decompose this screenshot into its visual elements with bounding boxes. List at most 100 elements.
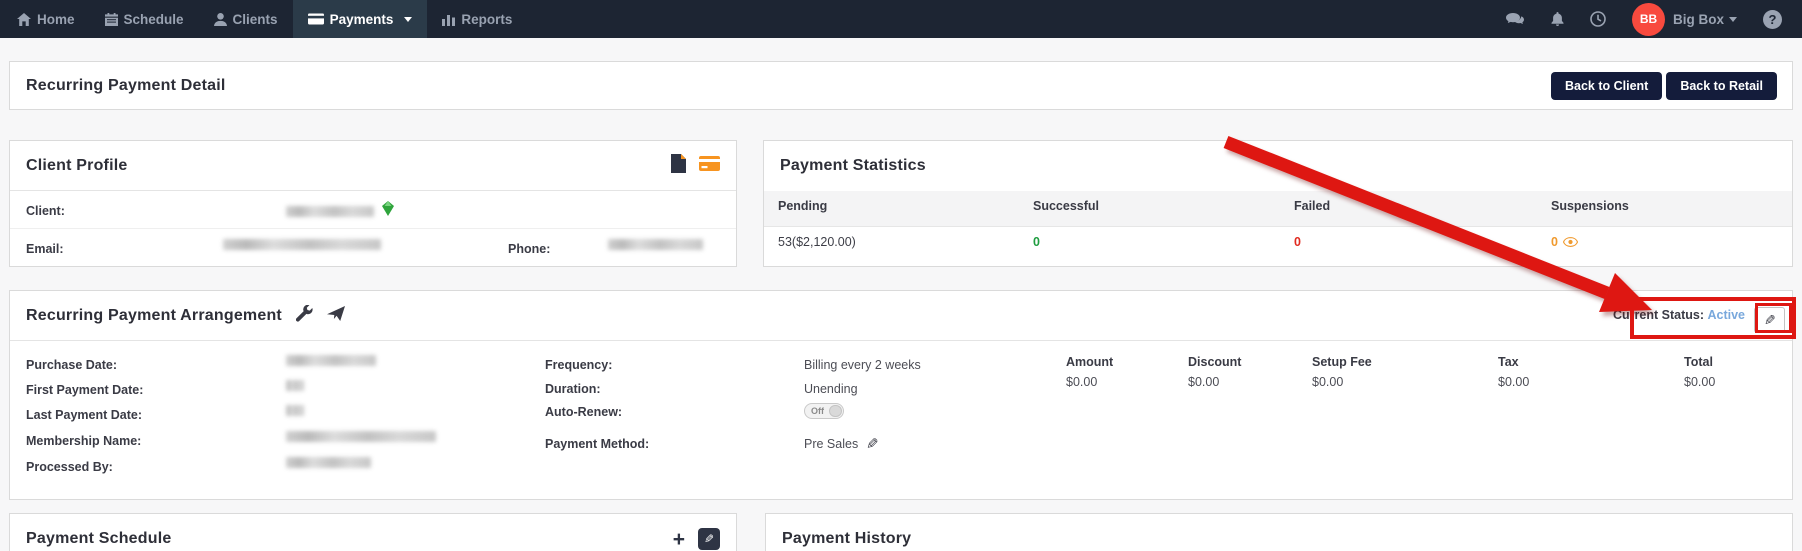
person-icon (214, 13, 227, 26)
edit-schedule-icon[interactable]: ✎ (698, 528, 720, 550)
back-to-client-button[interactable]: Back to Client (1551, 72, 1662, 100)
membership-name-value (286, 431, 436, 442)
setup-fee-column: Setup Fee $0.00 (1312, 355, 1372, 389)
client-notes-icon[interactable] (671, 154, 686, 178)
stats-col-failed: Failed (1294, 199, 1330, 213)
payment-method-value: Pre Sales ✎ (804, 434, 879, 454)
client-status-icon (382, 201, 394, 222)
redacted-last-payment-date (286, 405, 304, 416)
auto-renew-toggle-wrap: Off (804, 403, 844, 419)
first-payment-date-label: First Payment Date: (26, 380, 143, 400)
avatar[interactable]: BB (1632, 3, 1665, 36)
tools-icon[interactable] (296, 305, 313, 327)
tax-column: Tax $0.00 (1498, 355, 1529, 389)
calendar-icon (105, 13, 118, 26)
last-payment-date-value (286, 405, 304, 416)
page-title: Recurring Payment Detail (26, 77, 226, 95)
pencil-icon: ✎ (1764, 313, 1776, 327)
nav-item-home[interactable]: Home (0, 0, 90, 38)
nav-item-label: Reports (461, 12, 512, 27)
send-icon[interactable] (327, 306, 345, 326)
total-column: Total $0.00 (1684, 355, 1715, 389)
toggle-knob (829, 405, 842, 417)
auto-renew-label: Auto-Renew: (545, 402, 622, 422)
frequency-value: Billing every 2 weeks (804, 355, 921, 375)
payment-statistics-panel: Payment Statistics Pending Successful Fa… (763, 140, 1793, 267)
stats-pending-value: 53($2,120.00) (778, 235, 856, 249)
navbar-right: BB Big Box ? (1506, 0, 1802, 38)
membership-name-label: Membership Name: (26, 431, 141, 451)
edit-status-button[interactable]: ✎ (1754, 307, 1785, 333)
arrangement-title: Recurring Payment Arrangement (26, 307, 282, 325)
edit-payment-method-icon[interactable]: ✎ (866, 437, 879, 452)
processed-by-label: Processed By: (26, 457, 113, 477)
chevron-down-icon (404, 17, 412, 22)
redacted-membership-name (286, 431, 436, 442)
client-label: Client: (26, 201, 65, 221)
top-navbar: Home Schedule Clients Payments Report (0, 0, 1802, 38)
stats-suspensions-value: 0 (1551, 235, 1578, 249)
nav-item-label: Payments (330, 12, 394, 27)
back-to-retail-button[interactable]: Back to Retail (1666, 72, 1777, 100)
redacted-phone (608, 239, 703, 250)
payment-statistics-title: Payment Statistics (780, 157, 926, 175)
bell-icon[interactable] (1551, 12, 1564, 26)
redacted-purchase-date (286, 355, 376, 366)
purchase-date-value (286, 355, 376, 366)
payment-history-panel: Payment History (765, 513, 1793, 551)
payment-history-title: Payment History (782, 530, 911, 548)
eye-icon[interactable] (1563, 237, 1578, 247)
nav-item-label: Schedule (124, 12, 184, 27)
nav-item-schedule[interactable]: Schedule (90, 0, 199, 38)
phone-label: Phone: (508, 239, 550, 259)
duration-label: Duration: (545, 379, 601, 399)
user-name: Big Box (1673, 12, 1737, 27)
arrangement-panel: Recurring Payment Arrangement Current St… (9, 290, 1793, 500)
discount-column: Discount $0.00 (1188, 355, 1241, 389)
stats-successful-value: 0 (1033, 235, 1040, 249)
frequency-label: Frequency: (545, 355, 612, 375)
purchase-date-label: Purchase Date: (26, 355, 117, 375)
stats-header-band (764, 191, 1792, 227)
redacted-email (223, 239, 381, 250)
client-profile-title: Client Profile (26, 157, 127, 175)
phone-value (608, 239, 703, 250)
add-payment-icon[interactable]: + (673, 529, 685, 550)
current-status-value: Active (1707, 308, 1745, 322)
nav-item-label: Clients (233, 12, 278, 27)
chat-icon[interactable] (1506, 13, 1525, 26)
redacted-client-name (286, 206, 374, 217)
client-billing-icon[interactable] (699, 156, 720, 176)
payment-schedule-panel: Payment Schedule + ✎ (9, 513, 737, 551)
redacted-first-payment-date (286, 380, 304, 391)
client-value (286, 201, 394, 222)
credit-card-icon (308, 13, 324, 25)
nav-item-payments[interactable]: Payments (293, 0, 428, 38)
client-profile-panel: Client Profile Client: Email: Phone: (9, 140, 737, 267)
redacted-processed-by (286, 457, 371, 468)
nav-item-reports[interactable]: Reports (427, 0, 527, 38)
auto-renew-toggle[interactable]: Off (804, 403, 844, 419)
duration-value: Unending (804, 379, 858, 399)
last-payment-date-label: Last Payment Date: (26, 405, 142, 425)
first-payment-date-value (286, 380, 304, 391)
chevron-down-icon (1729, 17, 1737, 22)
home-icon (17, 13, 31, 26)
payment-schedule-title: Payment Schedule (26, 530, 171, 548)
recurring-payment-detail-page: Home Schedule Clients Payments Report (0, 0, 1802, 551)
bar-chart-icon (442, 13, 455, 26)
page-header-panel: Recurring Payment Detail Back to Client … (9, 61, 1793, 110)
help-icon[interactable]: ? (1763, 10, 1782, 29)
current-status: Current Status: Active (1613, 308, 1745, 322)
current-status-label: Current Status: (1613, 308, 1704, 322)
clock-icon[interactable] (1590, 11, 1606, 27)
stats-failed-value: 0 (1294, 235, 1301, 249)
email-label: Email: (26, 239, 64, 259)
stats-col-suspensions: Suspensions (1551, 199, 1629, 213)
nav-item-clients[interactable]: Clients (199, 0, 293, 38)
payment-method-label: Payment Method: (545, 434, 649, 454)
email-value (223, 239, 381, 250)
stats-col-successful: Successful (1033, 199, 1099, 213)
stats-col-pending: Pending (778, 199, 827, 213)
user-menu[interactable]: BB Big Box (1632, 3, 1737, 36)
